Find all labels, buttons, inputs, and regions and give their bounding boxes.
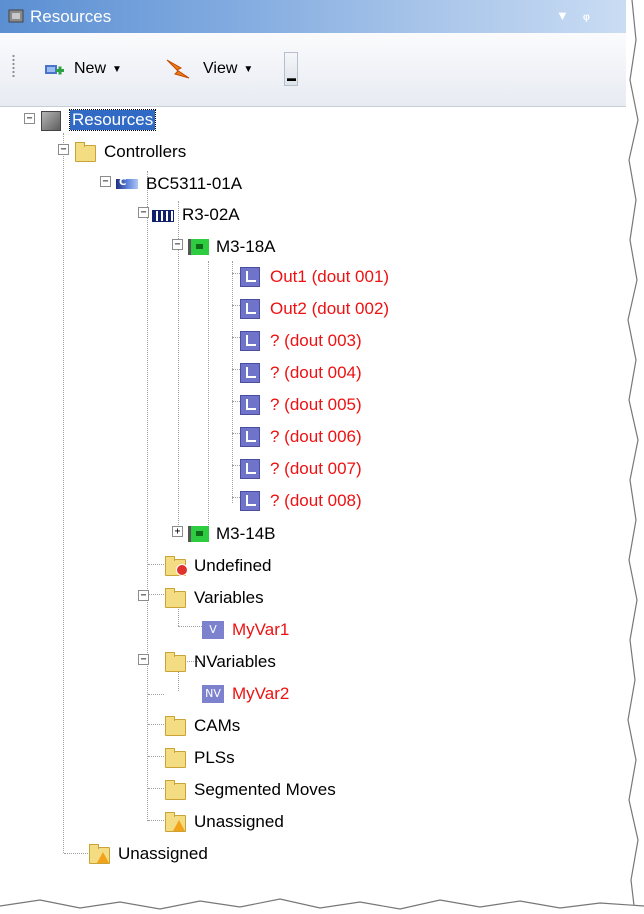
tree-node-module[interactable]: M3-14B [186,520,276,548]
dropdown-arrow-icon[interactable]: ▼ [556,8,569,23]
tree-node-label: Controllers [104,142,187,161]
expand-toggle[interactable]: + [172,526,183,537]
resource-tree: − − − − − + − − Resources Controllers C … [0,106,626,900]
tree-node-variables[interactable]: Variables [164,584,264,612]
tree-node-nvariable[interactable]: NV MyVar2 [202,680,289,708]
tree-node-label: BC5311-01A [146,174,243,193]
folder-icon [164,716,186,736]
digital-output-icon [240,363,262,383]
folder-icon [164,780,186,800]
tree-node-output[interactable]: ? (dout 007) [240,455,362,483]
toolbar-overflow-button[interactable]: ▬ [284,52,298,86]
digital-output-icon [240,459,262,479]
tree-node-label: ? (dout 004) [270,363,362,382]
collapse-toggle[interactable]: − [100,176,111,187]
module-icon [186,237,209,257]
tree-node-unassigned[interactable]: Unassigned [164,808,284,836]
folder-open-icon [74,142,96,162]
tree-node-label: Undefined [194,556,272,575]
view-button-label: View [203,60,238,77]
tree-node-label: NVariables [194,652,276,671]
tree-node-label: Variables [194,588,264,607]
collapse-toggle[interactable]: − [172,239,183,250]
tree-node-output[interactable]: Out2 (dout 002) [240,295,389,323]
digital-output-icon [240,331,262,351]
folder-warning-icon [164,812,186,832]
panel-title: Resources [30,7,112,26]
panel-titlebar[interactable]: Resources ▼ ᵩ [0,0,626,33]
tree-node-label: M3-18A [216,237,276,256]
tree-node-output[interactable]: ? (dout 006) [240,423,362,451]
tree-node-label: Out2 (dout 002) [270,299,390,318]
tree-node-variable[interactable]: V MyVar1 [202,616,289,644]
tree-node-label: R3-02A [182,205,240,224]
folder-open-icon [164,588,186,608]
tree-node-controllers[interactable]: Controllers [74,138,186,166]
tree-node-output[interactable]: ? (dout 008) [240,487,362,515]
tree-node-plss[interactable]: PLSs [164,744,235,772]
rack-icon [152,205,174,225]
digital-output-icon [240,299,262,319]
tree-node-output[interactable]: ? (dout 004) [240,359,362,387]
tree-node-label: M3-14B [216,524,276,543]
tree-node-label: MyVar1 [232,620,290,639]
tree-node-label: CAMs [194,716,241,735]
tree-node-label: Unassigned [118,844,208,863]
tree-node-module[interactable]: M3-18A [186,233,276,261]
tree-node-label: Unassigned [194,812,284,831]
tree-node-label: ? (dout 005) [270,395,362,414]
tree-node-label: Out1 (dout 001) [270,267,390,286]
digital-output-icon [240,427,262,447]
resources-box-icon [40,110,62,131]
tree-node-nvariables[interactable]: NVariables [164,648,276,676]
tree-node-label: ? (dout 007) [270,459,362,478]
variable-icon: V [202,620,224,640]
new-button[interactable]: New ▼ [44,56,122,82]
tree-node-label: Segmented Moves [194,780,336,799]
torn-edge-bottom [0,898,644,914]
folder-warning-icon [88,844,110,864]
tree-node-output[interactable]: Out1 (dout 001) [240,263,389,291]
new-resource-icon [45,65,64,75]
collapse-toggle[interactable]: − [138,590,149,601]
digital-output-icon [240,491,262,511]
resources-box-icon [8,8,24,24]
tree-node-label: ? (dout 003) [270,331,362,350]
collapse-toggle[interactable]: − [24,113,35,124]
tree-node-label: PLSs [194,748,235,767]
tree-node-controller[interactable]: C BC5311-01A [116,170,242,198]
torn-edge-right [627,0,644,914]
chevron-down-icon[interactable]: ▼ [112,64,122,75]
tree-node-unassigned-root[interactable]: Unassigned [88,840,208,868]
tree-node-label: ? (dout 008) [270,491,362,510]
digital-output-icon [240,395,262,415]
collapse-toggle[interactable]: − [58,144,69,155]
tree-node-output[interactable]: ? (dout 005) [240,391,362,419]
module-icon [186,524,209,544]
tree-node-rack[interactable]: R3-02A [152,201,240,229]
digital-output-icon [240,267,262,287]
tree-node-label: MyVar2 [232,684,290,703]
folder-icon [164,748,186,768]
collapse-toggle[interactable]: − [138,207,149,218]
controller-icon: C [116,174,138,194]
tree-node-output[interactable]: ? (dout 003) [240,327,362,355]
folder-undefined-icon [164,556,188,576]
tree-node-undefined[interactable]: Undefined [164,552,272,580]
tree-node-label: Resources [68,109,157,131]
pin-icon[interactable]: ᵩ [583,6,590,22]
tree-node-label: ? (dout 006) [270,427,362,446]
resources-panel: Resources ▼ ᵩ New ▼ View ▼ ▬ − − − − − +… [0,0,626,900]
nvariable-icon: NV [202,684,224,704]
tree-node-cams[interactable]: CAMs [164,712,240,740]
toolbar-grip[interactable] [12,54,15,78]
view-button[interactable]: View ▼ [165,56,253,82]
tree-node-segmented-moves[interactable]: Segmented Moves [164,776,336,804]
tree-node-resources[interactable]: Resources [40,106,157,134]
chevron-down-icon[interactable]: ▼ [243,64,253,75]
view-arrow-icon [166,59,190,79]
folder-open-icon [164,652,186,672]
collapse-toggle[interactable]: − [138,654,149,665]
new-button-label: New [74,60,107,77]
